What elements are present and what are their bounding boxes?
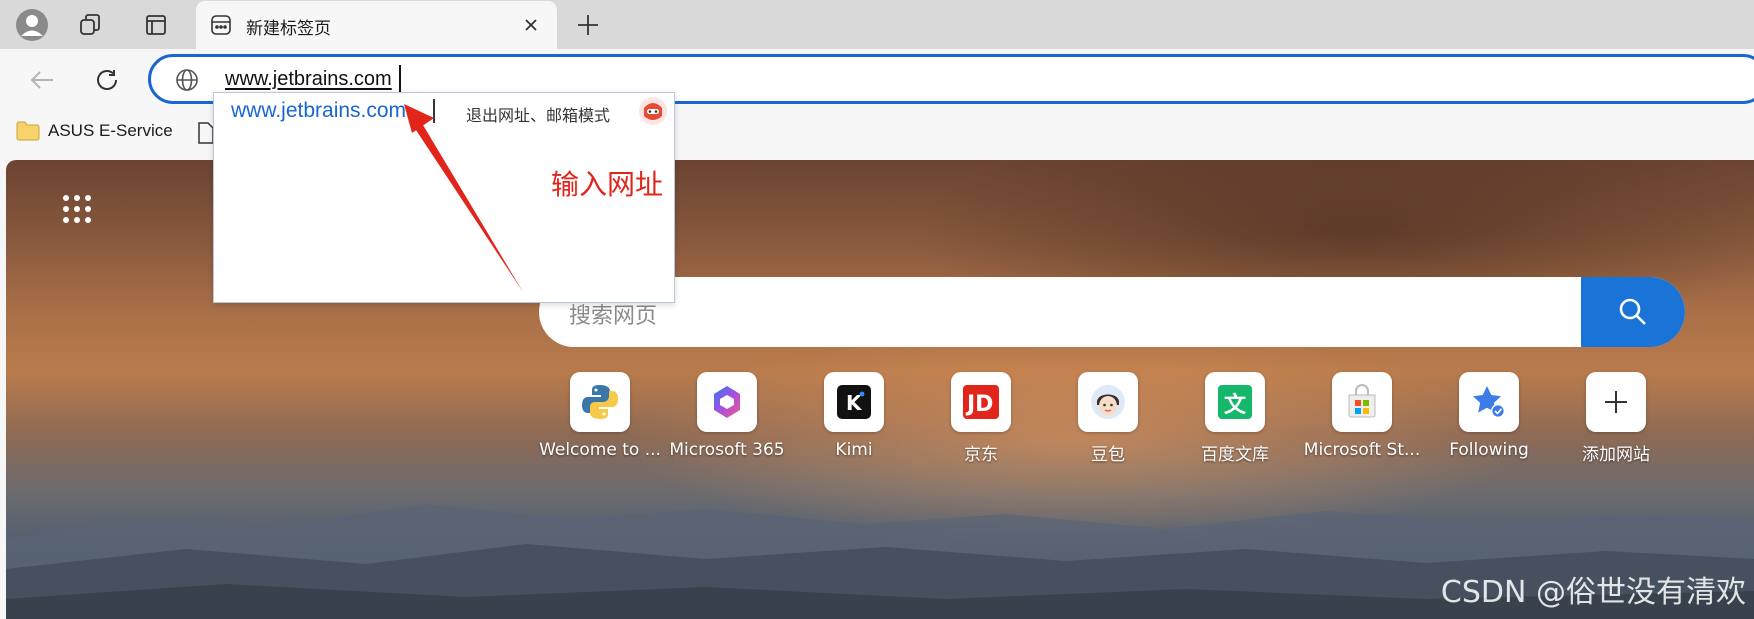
tile-microsoft-store[interactable]: Microsoft St... [1297, 372, 1427, 460]
tile-label: 添加网站 [1582, 445, 1650, 465]
mascot-icon [638, 96, 668, 126]
search-button[interactable] [1581, 277, 1685, 347]
doubao-icon [1078, 372, 1138, 432]
csdn-watermark: CSDN @俗世没有清欢 [1440, 575, 1746, 610]
tab-strip: 新建标签页 [0, 0, 1754, 50]
tile-label: 百度文库 [1201, 445, 1269, 465]
tile-microsoft-365[interactable]: Microsoft 365 [662, 372, 792, 460]
microsoft-365-icon [697, 372, 757, 432]
new-tab-favicon-icon [210, 14, 232, 36]
address-input[interactable]: www.jetbrains.com [225, 68, 392, 91]
svg-text:文: 文 [1224, 392, 1247, 418]
bookmark-asus-e-service[interactable]: ASUS E-Service [16, 121, 173, 141]
tile-doubao[interactable]: 豆包 [1043, 372, 1173, 465]
baidu-wenku-icon: 文 [1205, 372, 1265, 432]
suggestion-item[interactable]: www.jetbrains.com [231, 99, 406, 123]
profile-avatar-icon[interactable] [15, 8, 49, 42]
close-tab-icon[interactable] [519, 13, 543, 37]
tab-new-tab[interactable]: 新建标签页 [196, 1, 557, 50]
tile-label: 豆包 [1091, 445, 1125, 465]
microsoft-store-icon [1332, 372, 1392, 432]
jd-icon: JD [951, 372, 1011, 432]
tile-jd[interactable]: JD 京东 [916, 372, 1046, 465]
tile-label: Microsoft St... [1303, 440, 1421, 460]
kimi-icon: K [824, 372, 884, 432]
tile-following[interactable]: Following [1424, 372, 1554, 460]
new-tab-plus-icon[interactable] [572, 9, 604, 41]
tile-label: Kimi [835, 440, 873, 460]
tile-welcome[interactable]: Welcome to ... [535, 372, 665, 460]
search-icon [1619, 298, 1646, 325]
tab-title: 新建标签页 [246, 19, 331, 39]
tile-baidu-wenku[interactable]: 文 百度文库 [1170, 372, 1300, 465]
tile-add-site[interactable]: 添加网站 [1551, 372, 1681, 465]
search-box[interactable]: 搜索网页 [539, 277, 1685, 347]
text-caret [433, 99, 435, 123]
apps-launcher-icon[interactable] [55, 187, 95, 227]
text-caret [399, 65, 401, 93]
annotation-label: 输入网址 [551, 168, 664, 201]
plus-icon [1586, 372, 1646, 432]
tile-kimi[interactable]: K Kimi [789, 372, 919, 460]
svg-text:JD: JD [965, 392, 993, 417]
bookmark-label: ASUS E-Service [48, 121, 173, 140]
page-icon[interactable] [198, 122, 214, 144]
tile-label: 京东 [964, 445, 998, 465]
tab-actions-icon[interactable] [139, 8, 173, 42]
tile-label: Following [1449, 440, 1529, 460]
folder-icon [16, 121, 40, 141]
python-icon [570, 372, 630, 432]
tile-label: Microsoft 365 [669, 440, 785, 460]
exit-url-email-mode-link[interactable]: 退出网址、邮箱模式 [466, 102, 610, 126]
following-icon [1459, 372, 1519, 432]
refresh-icon[interactable] [88, 61, 126, 99]
globe-icon [175, 68, 199, 92]
back-arrow-icon[interactable] [23, 61, 61, 99]
tile-label: Welcome to ... [539, 440, 661, 460]
workspaces-icon[interactable] [74, 8, 108, 42]
